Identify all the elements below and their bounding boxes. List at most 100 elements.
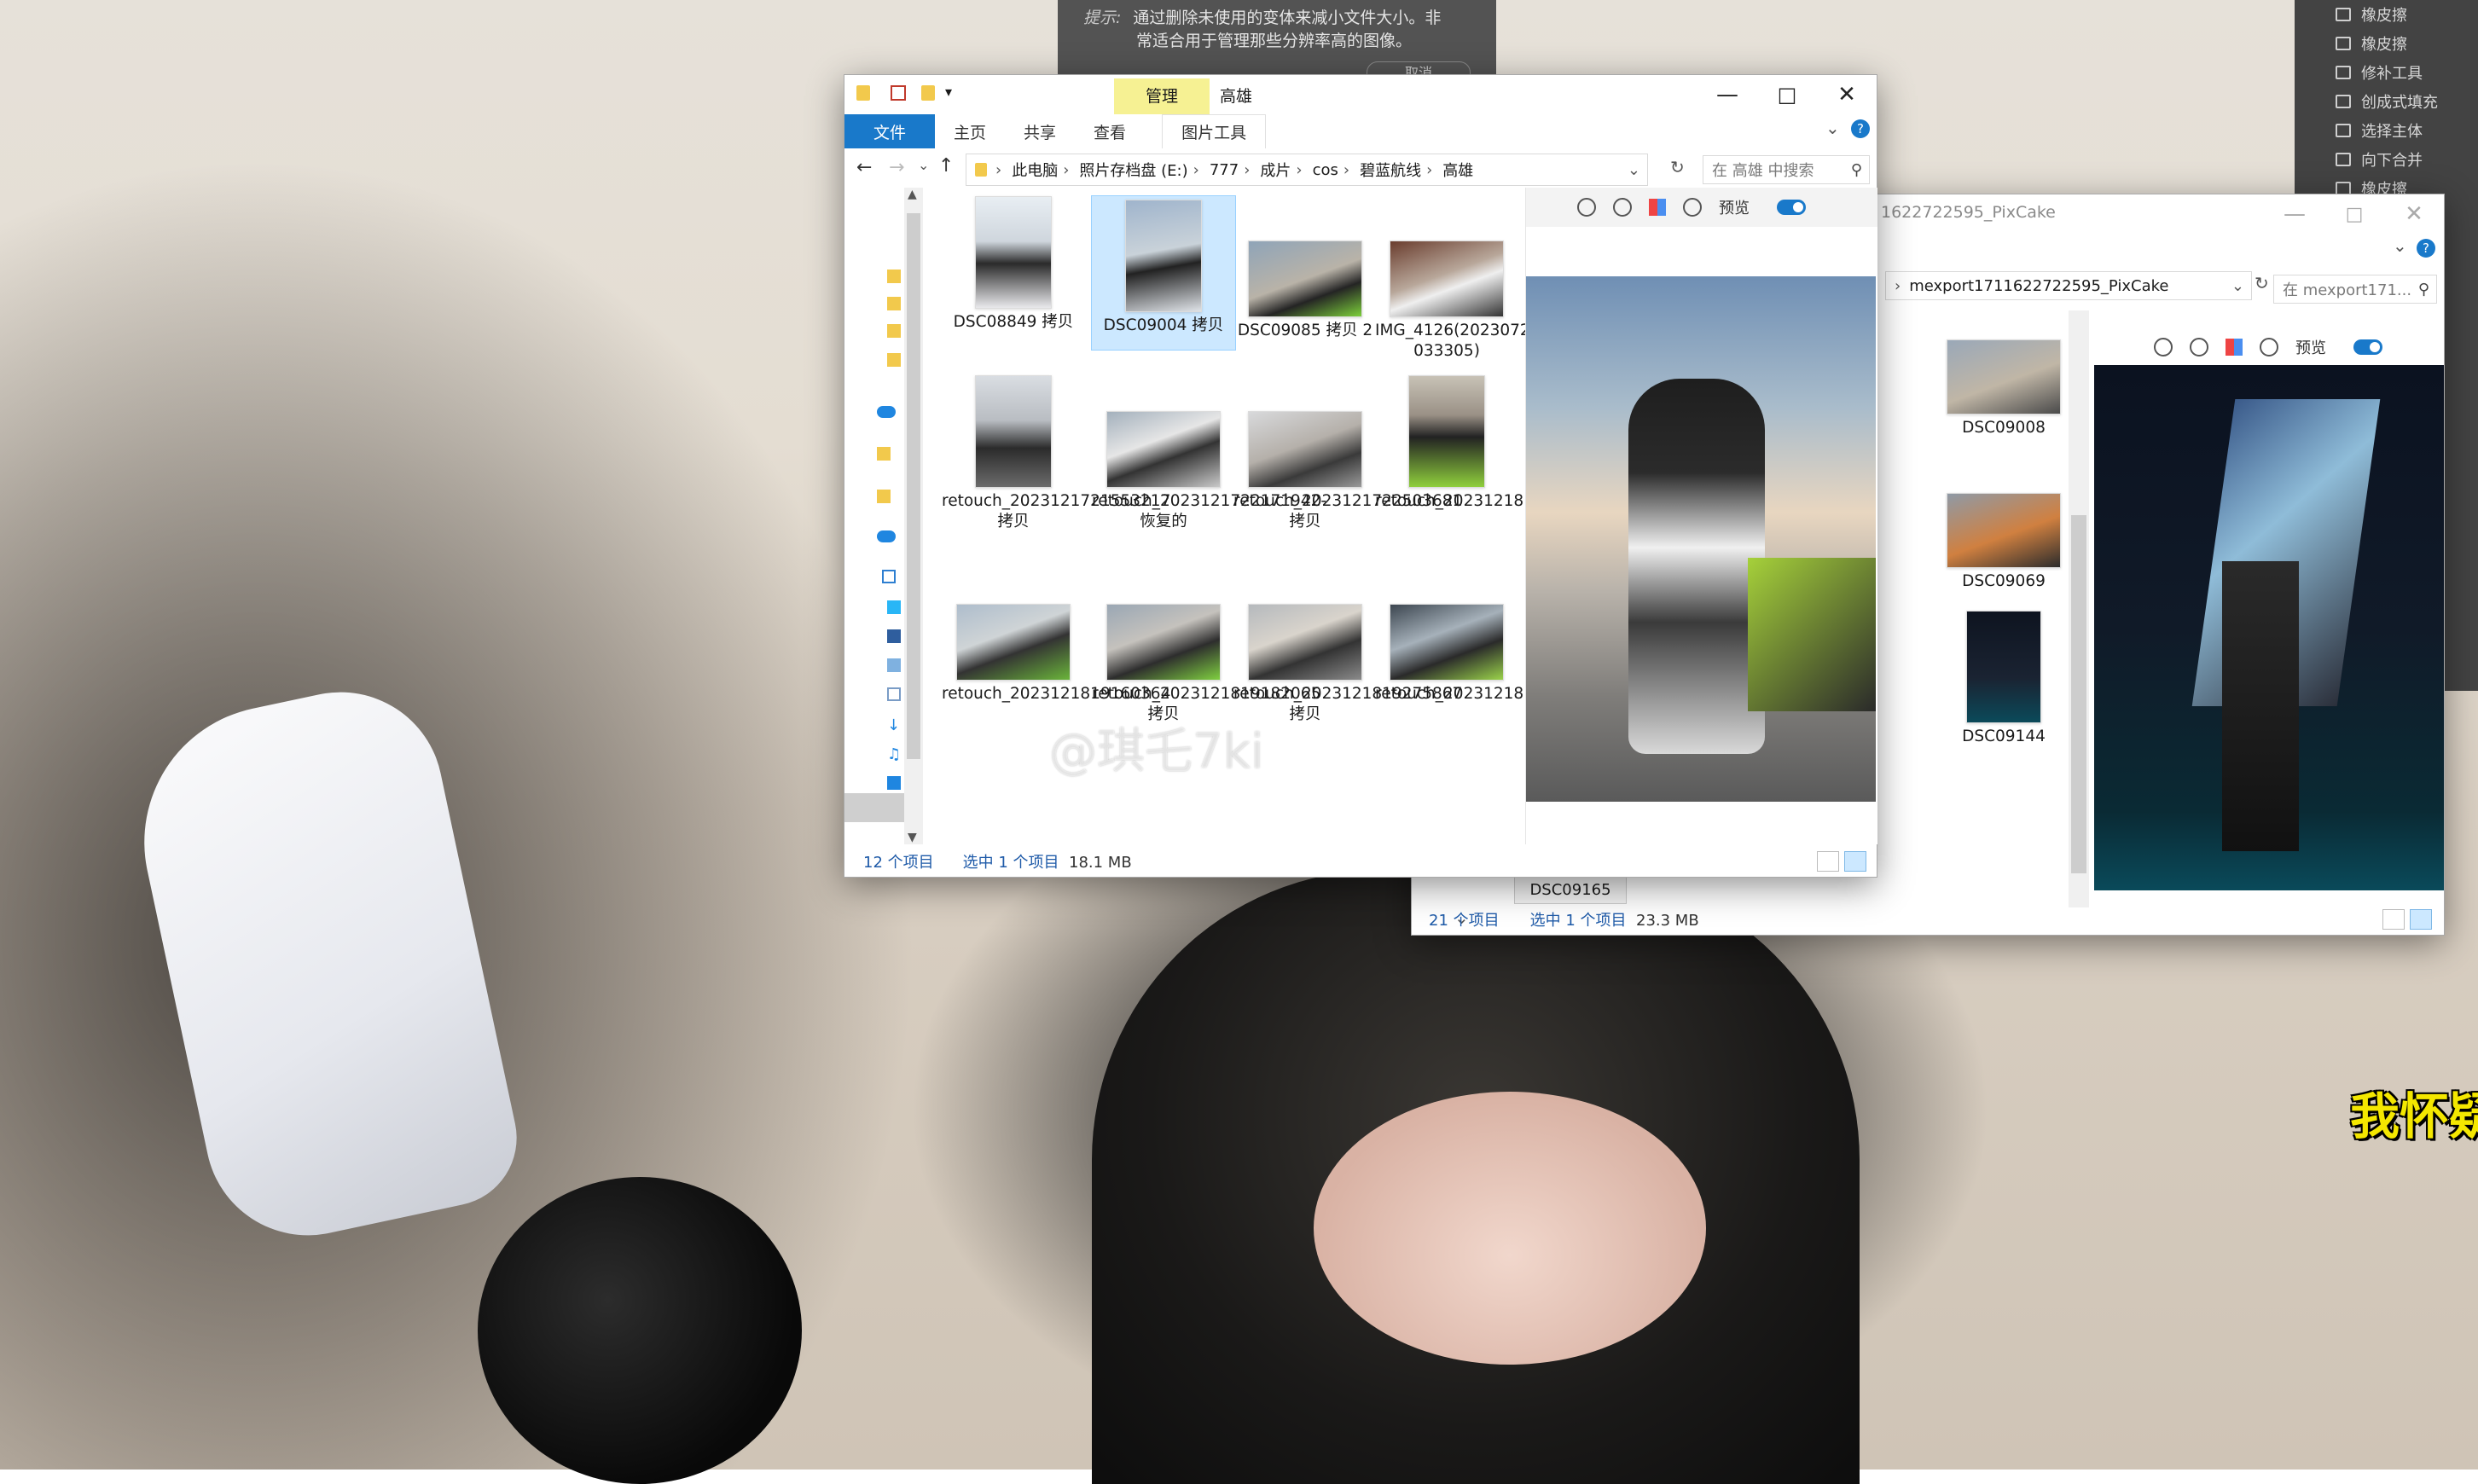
file-item[interactable]: retouch_2023121819182065 拷贝: [1092, 604, 1320, 725]
back-maximize-button[interactable]: □: [2324, 194, 2384, 234]
file-item[interactable]: DSC08849 拷贝: [942, 196, 1085, 333]
front-help-icon[interactable]: ?: [1851, 119, 1870, 138]
zoom-out-icon[interactable]: [1577, 198, 1596, 217]
properties-icon[interactable]: [891, 85, 906, 101]
front-ribbon-expand-icon[interactable]: ⌄: [1825, 118, 1840, 138]
zoom-in-icon[interactable]: [1613, 198, 1632, 217]
ps-history-item[interactable]: 修补工具: [2295, 58, 2478, 87]
file-item[interactable]: retouch_2023121721553217 拷贝: [942, 375, 1170, 532]
breadcrumb-azur-lane[interactable]: 碧蓝航线: [1360, 159, 1421, 181]
front-minimize-button[interactable]: —: [1697, 75, 1757, 114]
file-thumbnail: [1390, 604, 1504, 681]
this-pc-icon[interactable]: [882, 570, 896, 583]
tab-file[interactable]: 文件: [844, 114, 936, 148]
quick-access-folder-icon[interactable]: [887, 324, 901, 338]
scroll-up-icon[interactable]: ▲: [908, 188, 917, 201]
front-search-input[interactable]: 在 高雄 中搜索 ⚲: [1703, 155, 1870, 184]
back-address-bar[interactable]: › mexport1711622722595_PixCake ⌄: [1885, 271, 2252, 300]
onedrive-icon[interactable]: [877, 530, 896, 542]
search-icon: ⚲: [2417, 280, 2429, 299]
folder-icon[interactable]: [877, 490, 891, 503]
ps-history-item[interactable]: 向下合并: [2295, 145, 2478, 174]
desktop-icon[interactable]: [887, 776, 901, 790]
scroll-down-icon[interactable]: ▼: [908, 831, 917, 844]
new-folder-icon[interactable]: [921, 85, 935, 101]
file-item[interactable]: retouch_2023121819421992: [1375, 604, 1604, 704]
breadcrumb-cos[interactable]: cos: [1313, 161, 1338, 179]
customize-toolbar-icon[interactable]: ▾: [945, 84, 952, 100]
quick-access-folder-icon[interactable]: [887, 353, 901, 367]
quick-access-folder-icon[interactable]: [887, 297, 901, 310]
details-view-icon[interactable]: [2382, 909, 2405, 930]
pictures-icon[interactable]: [887, 658, 901, 672]
ps-history-item[interactable]: 橡皮擦: [2295, 29, 2478, 58]
tab-view[interactable]: 查看: [1075, 114, 1145, 148]
front-preview-toggle[interactable]: [1777, 200, 1806, 215]
forward-arrow-icon[interactable]: →: [889, 157, 904, 178]
file-item[interactable]: retouch_2023121819275867 拷贝: [1233, 604, 1462, 725]
documents-icon[interactable]: [887, 687, 901, 701]
back-file-item[interactable]: DSC09069: [1932, 493, 2075, 592]
back-close-button[interactable]: ✕: [2384, 194, 2444, 234]
music-icon[interactable]: ♫: [887, 745, 901, 763]
file-item[interactable]: retouch_2023121818253838: [1375, 375, 1604, 512]
breadcrumb-drive[interactable]: 照片存档盘 (E:): [1079, 159, 1187, 181]
front-refresh-icon[interactable]: ↻: [1670, 157, 1685, 177]
back-breadcrumb-current[interactable]: mexport1711622722595_PixCake: [1909, 277, 2168, 295]
downloads-icon[interactable]: ↓: [887, 716, 901, 734]
ps-history-item[interactable]: 创成式填充: [2295, 87, 2478, 116]
videos-icon[interactable]: [887, 629, 901, 643]
breadcrumb-777[interactable]: 777: [1210, 161, 1239, 179]
back-file-item[interactable]: DSC09008: [1932, 339, 2075, 438]
file-item[interactable]: IMG_4126(20230728-033305): [1375, 241, 1546, 362]
help-icon[interactable]: [2260, 338, 2278, 357]
file-item[interactable]: retouch_2023121819160364: [942, 604, 1170, 704]
ps-history-item[interactable]: 选择主体: [2295, 116, 2478, 145]
quick-access-folder-icon[interactable]: [887, 270, 901, 283]
front-maximize-button[interactable]: □: [1757, 75, 1817, 114]
front-address-bar[interactable]: › 此电脑 › 照片存档盘 (E:) › 777 › 成片 › cos › 碧蓝航线 › 高…: [966, 154, 1648, 186]
up-arrow-icon[interactable]: ↑: [938, 155, 954, 177]
breadcrumb-finished[interactable]: 成片: [1260, 159, 1291, 181]
nav-pane-selected-item[interactable]: [844, 793, 904, 822]
file-item[interactable]: DSC09085 拷贝 2: [1233, 241, 1377, 341]
back-search-input[interactable]: 在 mexport171... ⚲: [2273, 275, 2437, 304]
details-view-icon[interactable]: [1817, 851, 1839, 872]
file-item-selected[interactable]: DSC09004 拷贝: [1091, 195, 1236, 351]
chevron-down-icon[interactable]: ⌄: [2231, 277, 2244, 295]
tab-picture-tools[interactable]: 图片工具: [1162, 114, 1267, 148]
chevron-down-icon[interactable]: ⌄: [1628, 161, 1640, 179]
onedrive-icon[interactable]: [877, 406, 896, 418]
help-icon[interactable]: [1683, 198, 1702, 217]
recent-locations-icon[interactable]: ⌄: [918, 157, 929, 173]
front-title-bar[interactable]: ▾ 管理 高雄 — □ ✕: [844, 75, 1877, 114]
back-help-icon[interactable]: ?: [2417, 239, 2435, 258]
zoom-out-icon[interactable]: [2154, 338, 2173, 357]
back-preview-toggle[interactable]: [2353, 339, 2382, 355]
breadcrumb-this-pc[interactable]: 此电脑: [1012, 159, 1058, 181]
back-refresh-icon[interactable]: ↻: [2255, 273, 2269, 293]
tab-home[interactable]: 主页: [935, 114, 1005, 148]
color-picker-icon[interactable]: [1649, 199, 1666, 216]
front-close-button[interactable]: ✕: [1817, 75, 1877, 114]
file-item[interactable]: retouch_2023121722503681 拷贝: [1233, 411, 1462, 532]
nav-pane-scrollbar[interactable]: ▲ ▼: [904, 188, 923, 844]
scrollbar-thumb[interactable]: [907, 213, 920, 759]
color-picker-icon[interactable]: [2226, 339, 2243, 356]
back-minimize-button[interactable]: —: [2265, 194, 2324, 234]
back-vertical-scrollbar[interactable]: [2069, 310, 2089, 907]
large-icons-view-icon[interactable]: [2410, 909, 2432, 930]
tab-share[interactable]: 共享: [1005, 114, 1075, 148]
file-item[interactable]: retouch_2023121722171942-恢复的: [1092, 411, 1326, 532]
large-icons-view-icon[interactable]: [1844, 851, 1866, 872]
breadcrumb-takao[interactable]: 高雄: [1442, 159, 1473, 181]
back-preview-image: [2094, 365, 2444, 890]
scrollbar-thumb[interactable]: [2071, 515, 2086, 873]
3d-objects-icon[interactable]: [887, 600, 901, 614]
back-arrow-icon[interactable]: ←: [856, 157, 872, 178]
back-ribbon-expand-icon[interactable]: ⌄: [2393, 235, 2407, 256]
back-file-item[interactable]: DSC09144: [1932, 611, 2075, 747]
folder-icon[interactable]: [877, 447, 891, 461]
ps-history-item[interactable]: 橡皮擦: [2295, 0, 2478, 29]
zoom-in-icon[interactable]: [2190, 338, 2208, 357]
